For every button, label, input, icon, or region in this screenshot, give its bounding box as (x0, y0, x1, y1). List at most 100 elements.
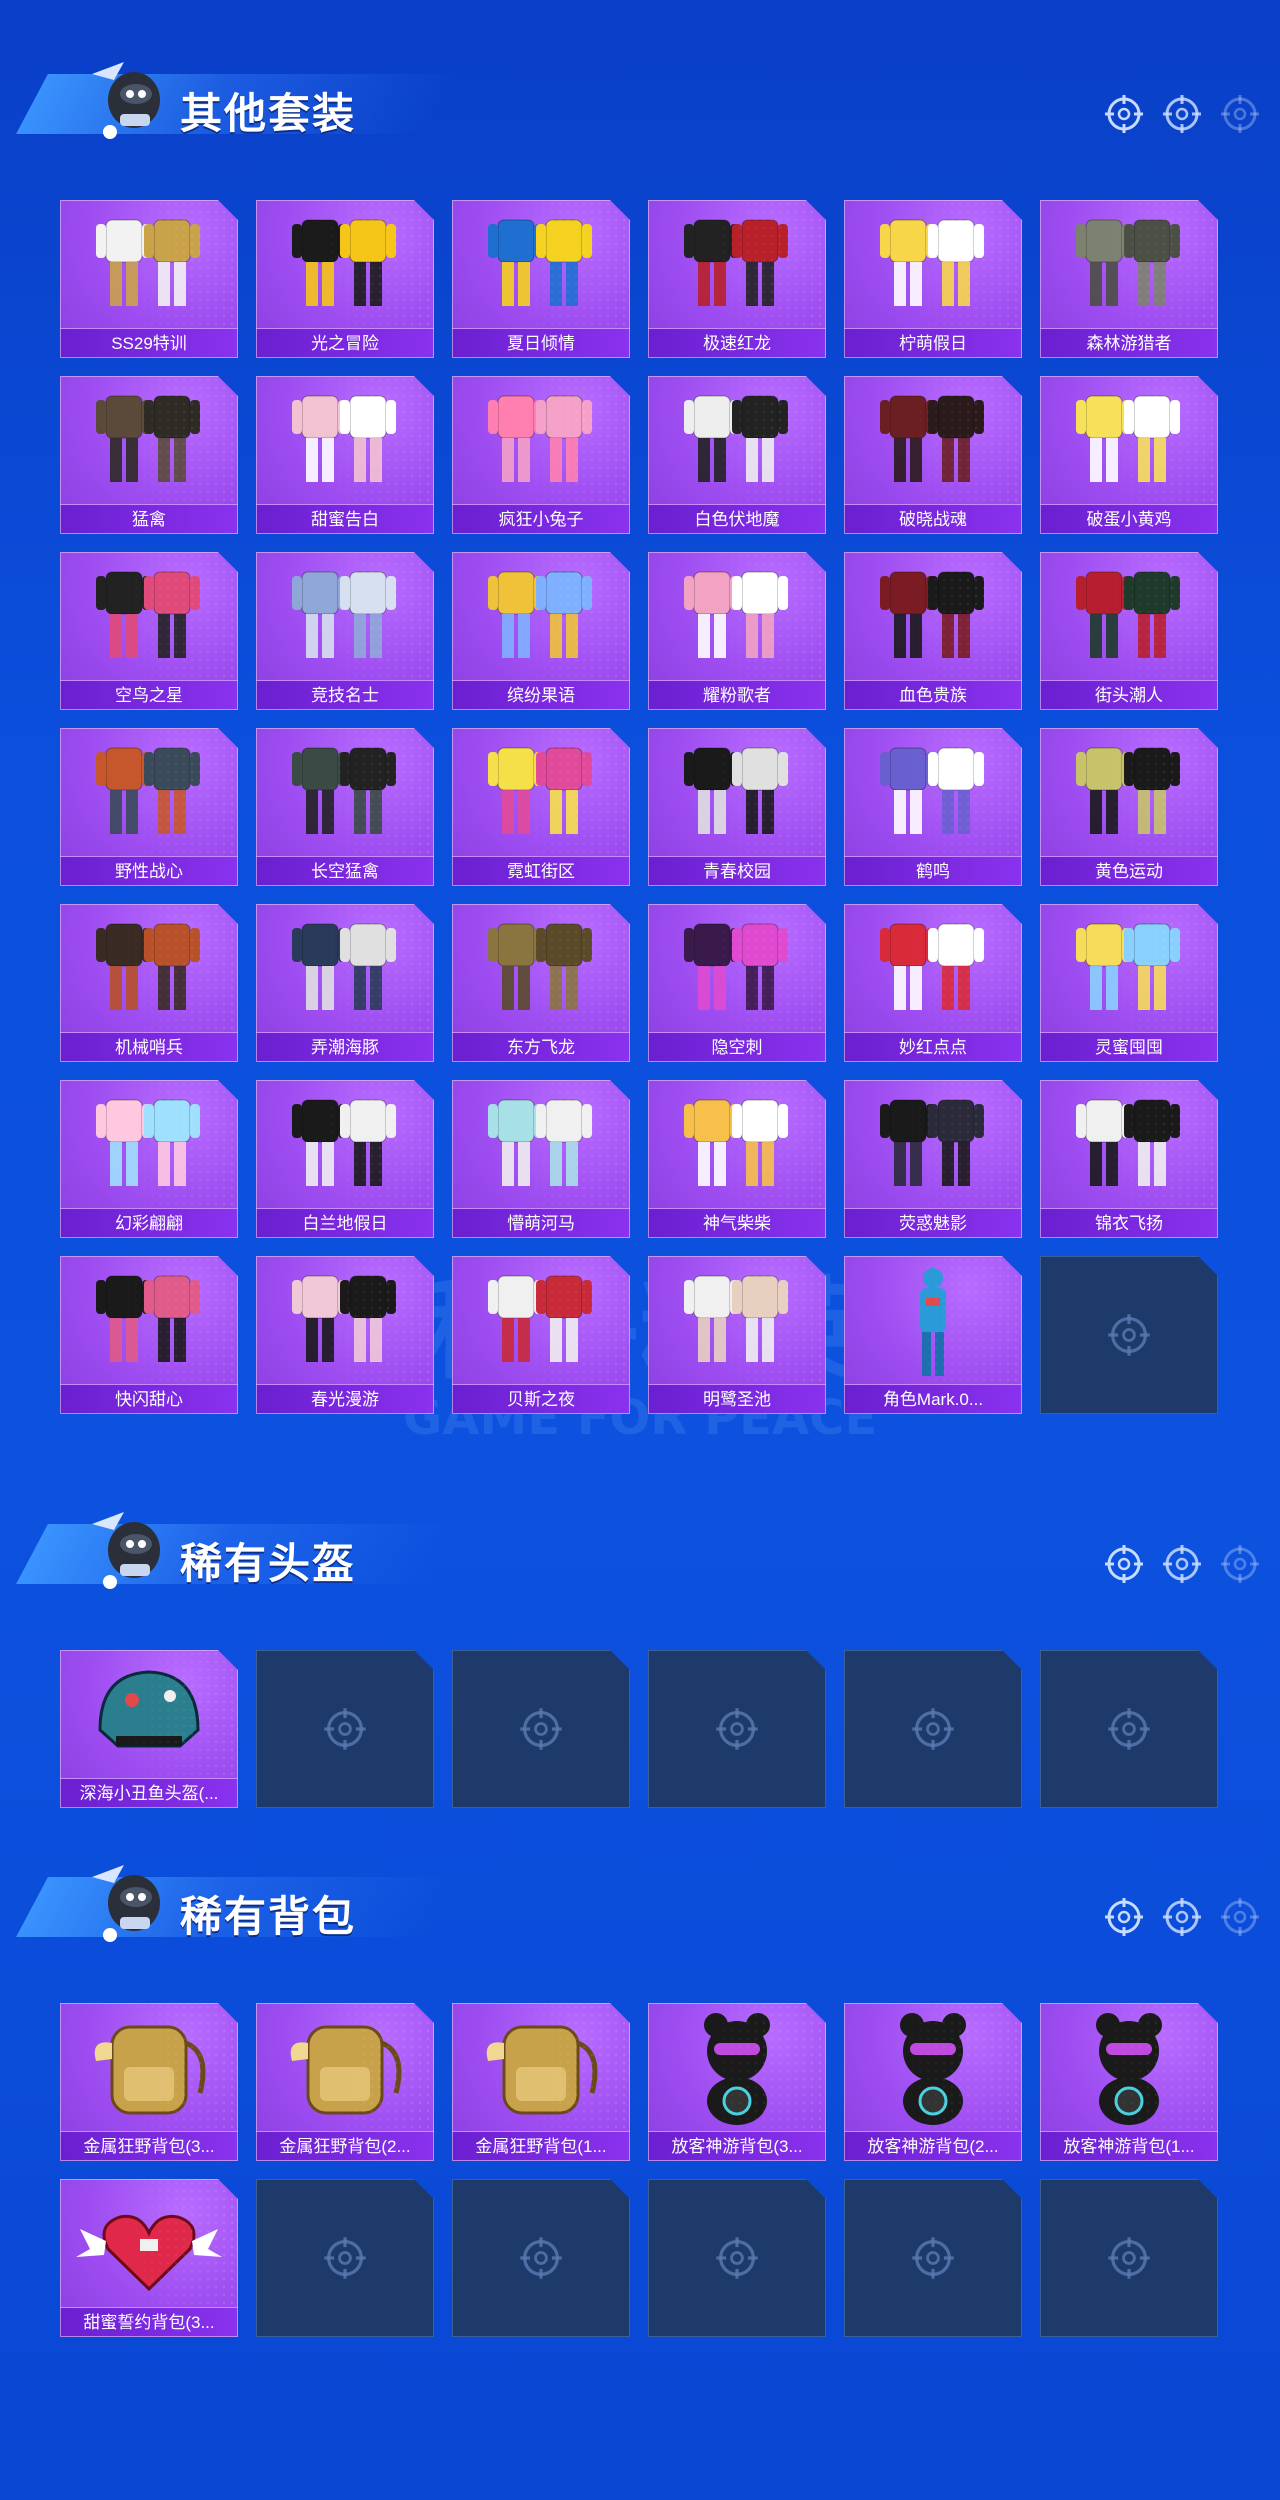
item-card[interactable]: SS29特训 (60, 200, 238, 358)
item-label: 破晓战魂 (844, 504, 1022, 534)
item-label: 春光漫游 (256, 1384, 434, 1414)
item-card[interactable]: 白色伏地魔 (648, 376, 826, 534)
item-card[interactable]: 金属狂野背包(2... (256, 2003, 434, 2161)
item-card[interactable]: 懵萌河马 (452, 1080, 630, 1238)
item-label: 白色伏地魔 (648, 504, 826, 534)
item-label: 幻彩翩翩 (60, 1208, 238, 1238)
item-card[interactable]: 金属狂野背包(3... (60, 2003, 238, 2161)
heart-backpack-icon (60, 2179, 238, 2307)
item-card[interactable]: 幻彩翩翩 (60, 1080, 238, 1238)
item-card[interactable]: 荧惑魅影 (844, 1080, 1022, 1238)
item-label: 空鸟之星 (60, 680, 238, 710)
item-card[interactable]: 青春校园 (648, 728, 826, 886)
item-card[interactable]: 放客神游背包(2... (844, 2003, 1022, 2161)
item-card[interactable]: 贝斯之夜 (452, 1256, 630, 1414)
outfit-icon (256, 1256, 434, 1384)
item-card[interactable]: 缤纷果语 (452, 552, 630, 710)
item-label: 耀粉歌者 (648, 680, 826, 710)
item-card[interactable]: 弄潮海豚 (256, 904, 434, 1062)
item-card[interactable]: 甜蜜誓约背包(3... (60, 2179, 238, 2337)
item-card[interactable]: 东方飞龙 (452, 904, 630, 1062)
outfit-icon (256, 552, 434, 680)
item-card[interactable]: 春光漫游 (256, 1256, 434, 1414)
item-card[interactable]: 破蛋小黄鸡 (1040, 376, 1218, 534)
outfit-icon (648, 376, 826, 504)
item-card[interactable]: 放客神游背包(3... (648, 2003, 826, 2161)
outfit-icon (844, 200, 1022, 328)
item-card[interactable]: 机械哨兵 (60, 904, 238, 1062)
item-card[interactable]: 极速红龙 (648, 200, 826, 358)
item-card[interactable]: 隐空刺 (648, 904, 826, 1062)
item-label: 森林游猎者 (1040, 328, 1218, 358)
item-card[interactable]: 神气柴柴 (648, 1080, 826, 1238)
item-card[interactable]: 白兰地假日 (256, 1080, 434, 1238)
item-label: 甜蜜告白 (256, 504, 434, 534)
section-1: 其他套装 SS29特训 光之冒险 夏日倾情 极速红龙 柠萌假日 森林游猎者 猛禽 甜蜜告白 疯狂小… (0, 40, 1280, 1414)
outfit-icon (452, 1080, 630, 1208)
outfit-icon (844, 376, 1022, 504)
item-card[interactable]: 深海小丑鱼头盔(... (60, 1650, 238, 1808)
item-card[interactable]: 角色Mark.0... (844, 1256, 1022, 1414)
item-label: 快闪甜心 (60, 1384, 238, 1414)
item-card[interactable]: 甜蜜告白 (256, 376, 434, 534)
item-card[interactable]: 耀粉歌者 (648, 552, 826, 710)
item-label: 光之冒险 (256, 328, 434, 358)
item-label: 血色贵族 (844, 680, 1022, 710)
item-card[interactable]: 长空猛禽 (256, 728, 434, 886)
item-label: 隐空刺 (648, 1032, 826, 1062)
empty-slot (1040, 1256, 1218, 1414)
item-card[interactable]: 鹤鸣 (844, 728, 1022, 886)
outfit-icon (648, 904, 826, 1032)
item-label: 长空猛禽 (256, 856, 434, 886)
item-card[interactable]: 森林游猎者 (1040, 200, 1218, 358)
item-card[interactable]: 空鸟之星 (60, 552, 238, 710)
item-card[interactable]: 快闪甜心 (60, 1256, 238, 1414)
item-label: 霓虹街区 (452, 856, 630, 886)
crosshair-decoration (1102, 92, 1262, 136)
crosshair-icon (1160, 1895, 1204, 1939)
outfit-icon (60, 728, 238, 856)
outfit-icon (60, 904, 238, 1032)
item-card[interactable]: 疯狂小兔子 (452, 376, 630, 534)
item-label: 破蛋小黄鸡 (1040, 504, 1218, 534)
empty-slot (452, 2179, 630, 2337)
item-card[interactable]: 锦衣飞扬 (1040, 1080, 1218, 1238)
outfit-icon (452, 728, 630, 856)
item-card[interactable]: 猛禽 (60, 376, 238, 534)
item-card[interactable]: 野性战心 (60, 728, 238, 886)
empty-slot (256, 1650, 434, 1808)
outfit-icon (256, 376, 434, 504)
item-card[interactable]: 竞技名士 (256, 552, 434, 710)
crosshair-icon (909, 1705, 957, 1753)
item-card[interactable]: 血色贵族 (844, 552, 1022, 710)
item-card[interactable]: 灵蜜囤囤 (1040, 904, 1218, 1062)
outfit-icon (844, 728, 1022, 856)
crosshair-icon (1218, 1895, 1262, 1939)
crosshair-decoration (1102, 1895, 1262, 1939)
crosshair-icon (713, 1705, 761, 1753)
empty-slot (844, 1650, 1022, 1808)
item-card[interactable]: 明鹭圣池 (648, 1256, 826, 1414)
section-title: 稀有头盔 (180, 1539, 357, 1588)
item-card[interactable]: 破晓战魂 (844, 376, 1022, 534)
crosshair-icon (1160, 92, 1204, 136)
item-label: 弄潮海豚 (256, 1032, 434, 1062)
crosshair-icon (1218, 92, 1262, 136)
item-card[interactable]: 夏日倾情 (452, 200, 630, 358)
section-3: 稀有背包 金属狂野背包(3... 金属狂野背包(2... 金属狂野背包(1... 放客神… (0, 1843, 1280, 2337)
item-card[interactable]: 金属狂野背包(1... (452, 2003, 630, 2161)
item-label: 街头潮人 (1040, 680, 1218, 710)
item-card[interactable]: 街头潮人 (1040, 552, 1218, 710)
item-label: 灵蜜囤囤 (1040, 1032, 1218, 1062)
crosshair-icon (1105, 1705, 1153, 1753)
item-card[interactable]: 黄色运动 (1040, 728, 1218, 886)
item-card[interactable]: 霓虹街区 (452, 728, 630, 886)
item-card[interactable]: 光之冒险 (256, 200, 434, 358)
item-label: 放客神游背包(1... (1040, 2131, 1218, 2161)
item-card[interactable]: 柠萌假日 (844, 200, 1022, 358)
outfit-icon (648, 728, 826, 856)
item-card[interactable]: 妙红点点 (844, 904, 1022, 1062)
item-label: 锦衣飞扬 (1040, 1208, 1218, 1238)
outfit-icon (452, 552, 630, 680)
item-card[interactable]: 放客神游背包(1... (1040, 2003, 1218, 2161)
